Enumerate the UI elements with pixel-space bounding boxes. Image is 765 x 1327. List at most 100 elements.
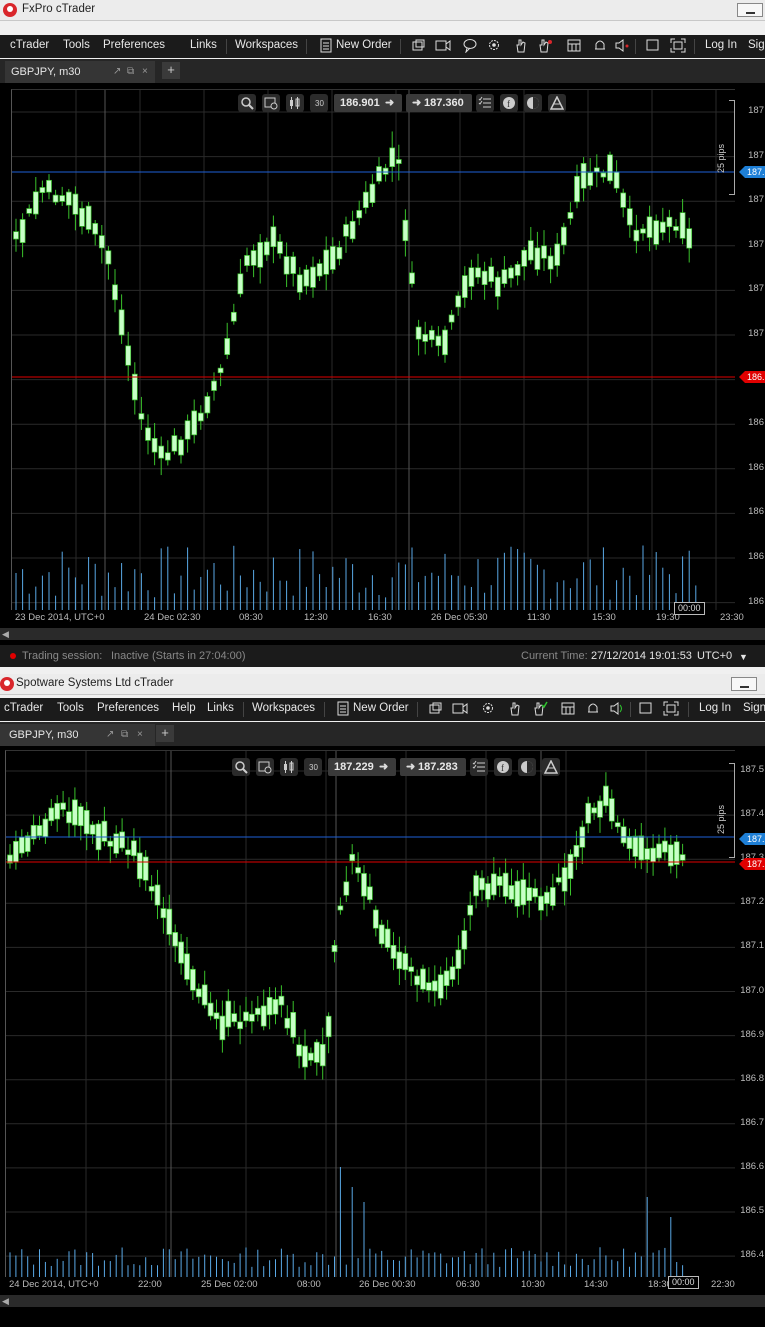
- candle-body: [390, 944, 397, 959]
- calculator-icon[interactable]: [560, 701, 576, 716]
- chart-area[interactable]: 187187187187187187186186186186186186 25 …: [0, 83, 765, 645]
- tab-close-icon[interactable]: ×: [137, 729, 143, 740]
- minimize-button[interactable]: [737, 3, 763, 17]
- candle-body: [160, 908, 167, 919]
- candle-body: [349, 220, 356, 240]
- candle-body: [343, 224, 349, 237]
- scroll-left-icon[interactable]: ◀: [2, 629, 9, 640]
- alert-bell-icon[interactable]: [592, 38, 608, 53]
- chart-area[interactable]: 187.5 187.4 187.3 187.2 187.1 187.0 186.9 186.8…: [0, 746, 765, 1327]
- fullscreen-icon[interactable]: [663, 701, 679, 716]
- price-axis[interactable]: 187.5 187.4 187.3 187.2 187.1 187.0 186.9 186.8…: [735, 750, 765, 1277]
- tab-float-icon[interactable]: ⧉: [127, 66, 134, 77]
- menu-log-in[interactable]: Log In: [699, 702, 731, 714]
- candle-body: [656, 843, 662, 859]
- buy-price-button[interactable]: ➜ 187.360: [406, 94, 472, 112]
- current-time-value: 27/12/2014 19:01:53: [591, 650, 692, 662]
- menu-new-order[interactable]: New Order: [336, 39, 392, 51]
- buy-price-button[interactable]: ➜ 187.283: [400, 758, 466, 776]
- settings-cog-icon[interactable]: [487, 38, 503, 53]
- window-mode-icon[interactable]: [645, 38, 661, 53]
- sound-icon[interactable]: [609, 701, 625, 716]
- sound-muted-icon[interactable]: [614, 38, 630, 53]
- time-axis[interactable]: 23 Dec 2014, UTC+0 24 Dec 02:30 08:30 12:30…: [11, 610, 744, 624]
- tab-detach-icon[interactable]: ↗: [113, 66, 121, 77]
- candle-body: [316, 263, 323, 277]
- menu-tools[interactable]: Tools: [57, 702, 84, 714]
- sentiment-icon[interactable]: [518, 758, 536, 776]
- zoom-icon[interactable]: [238, 94, 256, 112]
- chart-plot[interactable]: [11, 89, 735, 610]
- draw-tools-icon[interactable]: [548, 94, 566, 112]
- fullscreen-icon[interactable]: [670, 38, 686, 53]
- tab-close-icon[interactable]: ×: [142, 66, 148, 77]
- tab-float-icon[interactable]: ⧉: [121, 729, 128, 740]
- hand-select-icon[interactable]: [537, 38, 553, 53]
- menu-sign-up[interactable]: Sign: [743, 702, 765, 714]
- minimize-button[interactable]: [731, 677, 757, 691]
- candle-type-icon[interactable]: [286, 94, 304, 112]
- menu-links[interactable]: Links: [190, 39, 217, 51]
- menu-workspaces[interactable]: Workspaces: [252, 702, 315, 714]
- add-tab-button[interactable]: +: [162, 62, 180, 79]
- window-mode-icon[interactable]: [638, 701, 654, 716]
- detach-chart-icon[interactable]: [410, 38, 426, 53]
- calculator-icon[interactable]: [566, 38, 582, 53]
- menu-preferences[interactable]: Preferences: [103, 39, 165, 51]
- chart-settings-icon[interactable]: [256, 758, 274, 776]
- settings-cog-icon[interactable]: [481, 701, 497, 716]
- timezone-select[interactable]: UTC+0: [697, 650, 732, 662]
- hand-tool-icon[interactable]: [507, 701, 523, 716]
- sentiment-icon[interactable]: [524, 94, 542, 112]
- menu-ctrader[interactable]: cTrader: [4, 702, 43, 714]
- time-tick-label: 23 Dec 2014, UTC+0: [15, 612, 105, 623]
- menu-new-order[interactable]: New Order: [353, 702, 409, 714]
- chart-tab-gbpjpy[interactable]: GBPJPY, m30 ↗ ⧉ ×: [0, 724, 155, 746]
- zoom-icon[interactable]: [232, 758, 250, 776]
- chart-tab-gbpjpy[interactable]: GBPJPY, m30 ↗ ⧉ ×: [5, 61, 155, 83]
- scroll-left-icon[interactable]: ◀: [2, 1296, 9, 1307]
- add-tab-button[interactable]: +: [156, 725, 174, 742]
- sell-price-button[interactable]: 187.229 ➜: [328, 758, 396, 776]
- timeframe-icon[interactable]: 30: [310, 94, 328, 112]
- detach-chart-icon[interactable]: [427, 701, 443, 716]
- menu-links[interactable]: Links: [207, 702, 234, 714]
- horizontal-scrollbar[interactable]: ◀: [0, 628, 765, 640]
- candle-body: [502, 872, 509, 897]
- candle-body: [24, 835, 31, 852]
- draw-tools-icon[interactable]: [542, 758, 560, 776]
- time-tick-label: 26 Dec 00:30: [359, 1279, 416, 1290]
- sell-price-button[interactable]: 186.901 ➜: [334, 94, 402, 112]
- hand-select-icon[interactable]: [532, 701, 548, 716]
- chart-plot[interactable]: [5, 750, 735, 1277]
- hand-tool-icon[interactable]: [513, 38, 529, 53]
- video-icon[interactable]: [435, 38, 451, 53]
- candle-type-icon[interactable]: [280, 758, 298, 776]
- indicator-f-icon[interactable]: f: [500, 94, 518, 112]
- candle-body: [66, 811, 72, 824]
- menu-preferences[interactable]: Preferences: [97, 702, 159, 714]
- candle-body: [420, 968, 426, 990]
- menu-ctrader[interactable]: cTrader: [10, 39, 49, 51]
- timezone-dropdown-icon[interactable]: ▼: [739, 652, 748, 662]
- alert-bell-icon[interactable]: [585, 701, 601, 716]
- horizontal-scrollbar[interactable]: ◀: [0, 1295, 765, 1307]
- candle-body: [561, 867, 568, 892]
- menu-tools[interactable]: Tools: [63, 39, 90, 51]
- order-list-icon[interactable]: [476, 94, 494, 112]
- candle-body: [184, 953, 190, 980]
- video-icon[interactable]: [452, 701, 468, 716]
- menu-log-in[interactable]: Log In: [705, 39, 737, 51]
- menu-help[interactable]: Help: [172, 702, 196, 714]
- chat-icon[interactable]: [462, 38, 478, 54]
- candle-body: [308, 1052, 314, 1061]
- timeframe-icon[interactable]: 30: [304, 758, 322, 776]
- candle-body: [224, 338, 231, 355]
- menu-sign-up[interactable]: Sign: [748, 39, 765, 51]
- indicator-f-icon[interactable]: f: [494, 758, 512, 776]
- menu-workspaces[interactable]: Workspaces: [235, 39, 298, 51]
- order-list-icon[interactable]: [470, 758, 488, 776]
- time-axis[interactable]: 24 Dec 2014, UTC+0 22:00 25 Dec 02:00 08:00…: [5, 1277, 735, 1291]
- tab-detach-icon[interactable]: ↗: [106, 729, 114, 740]
- chart-settings-icon[interactable]: [262, 94, 280, 112]
